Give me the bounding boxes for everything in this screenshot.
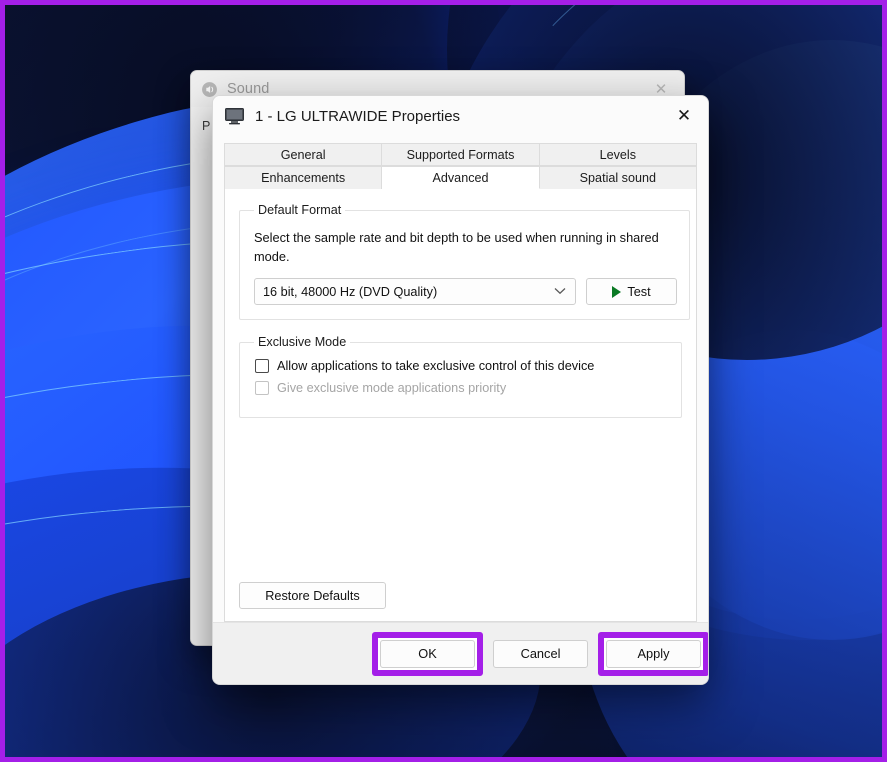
chevron-down-icon xyxy=(554,286,566,298)
tab-row-1: General Supported Formats Levels xyxy=(224,143,697,166)
tab-spatial-sound[interactable]: Spatial sound xyxy=(540,166,697,189)
default-format-group: Default Format Select the sample rate an… xyxy=(239,203,690,320)
screen: Sound ✕ P 1 - LG ULTRAWIDE Properties ✕ … xyxy=(0,0,887,762)
exclusive-mode-legend: Exclusive Mode xyxy=(254,335,350,349)
default-format-row: 16 bit, 48000 Hz (DVD Quality) Test xyxy=(254,278,677,305)
default-format-value: 16 bit, 48000 Hz (DVD Quality) xyxy=(263,285,437,299)
test-button[interactable]: Test xyxy=(586,278,677,305)
exclusive-priority-label: Give exclusive mode applications priorit… xyxy=(277,381,506,395)
tab-levels[interactable]: Levels xyxy=(540,143,697,166)
exclusive-priority-checkbox-row: Give exclusive mode applications priorit… xyxy=(255,381,669,395)
apply-button-highlight: Apply xyxy=(598,632,709,676)
ok-button[interactable]: OK xyxy=(380,640,475,668)
tab-row-2: Enhancements Advanced Spatial sound xyxy=(224,166,697,189)
tab-enhancements[interactable]: Enhancements xyxy=(224,166,382,189)
dialog-footer: OK Cancel Apply xyxy=(213,622,708,684)
default-format-dropdown[interactable]: 16 bit, 48000 Hz (DVD Quality) xyxy=(254,278,576,305)
exclusive-control-checkbox-row[interactable]: Allow applications to take exclusive con… xyxy=(255,359,669,373)
checkbox-icon xyxy=(255,381,269,395)
properties-dialog-close-button[interactable]: ✕ xyxy=(660,96,708,136)
cancel-button[interactable]: Cancel xyxy=(493,640,588,668)
exclusive-control-label: Allow applications to take exclusive con… xyxy=(277,359,594,373)
restore-defaults-button[interactable]: Restore Defaults xyxy=(239,582,386,609)
apply-button[interactable]: Apply xyxy=(606,640,701,668)
monitor-icon xyxy=(225,108,246,125)
tab-advanced[interactable]: Advanced xyxy=(382,166,539,189)
ok-button-highlight: OK xyxy=(372,632,483,676)
tab-supported-formats[interactable]: Supported Formats xyxy=(382,143,539,166)
default-format-legend: Default Format xyxy=(254,203,345,217)
exclusive-mode-group: Exclusive Mode Allow applications to tak… xyxy=(239,335,682,418)
tab-general[interactable]: General xyxy=(224,143,382,166)
play-icon xyxy=(612,286,621,298)
sound-window-tab-label: P xyxy=(202,119,210,133)
test-button-label: Test xyxy=(627,285,650,299)
properties-dialog[interactable]: 1 - LG ULTRAWIDE Properties ✕ General Su… xyxy=(212,95,709,685)
checkbox-icon[interactable] xyxy=(255,359,269,373)
default-format-description: Select the sample rate and bit depth to … xyxy=(254,229,664,266)
tab-page-advanced: Default Format Select the sample rate an… xyxy=(224,189,697,622)
properties-dialog-title: 1 - LG ULTRAWIDE Properties xyxy=(255,108,460,125)
properties-dialog-titlebar: 1 - LG ULTRAWIDE Properties ✕ xyxy=(213,96,708,136)
tab-strip: General Supported Formats Levels Enhance… xyxy=(213,136,708,189)
